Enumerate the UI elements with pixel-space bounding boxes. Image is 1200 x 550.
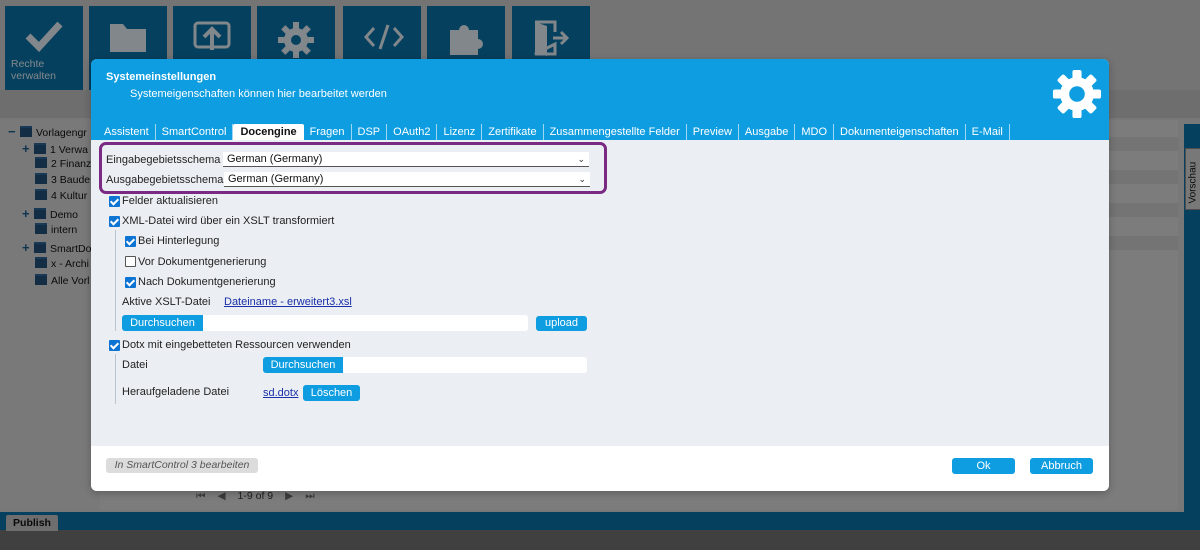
before-generation-label: Vor Dokumentgenerierung: [138, 256, 267, 268]
file-label: Datei: [122, 359, 148, 371]
active-xslt-label: Aktive XSLT-Datei: [122, 296, 211, 308]
tab-oauth2[interactable]: OAuth2: [387, 124, 438, 140]
dotx-browse-button[interactable]: Durchsuchen: [263, 357, 343, 373]
tab-assistent[interactable]: Assistent: [98, 124, 156, 140]
active-xslt-file-link[interactable]: Dateiname - erweitert3.xsl: [224, 296, 352, 308]
ok-button[interactable]: Ok: [952, 458, 1015, 474]
xslt-indent-guide: [115, 230, 116, 331]
dialog-footer: In SmartControl 3 bearbeiten Ok Abbruch: [91, 446, 1109, 491]
after-generation-label: Nach Dokumentgenerierung: [138, 276, 276, 288]
dialog-header: Systemeinstellungen Systemeigenschaften …: [91, 59, 1109, 140]
gear-icon: [1052, 69, 1102, 119]
tab-zusammengestellte-felder[interactable]: Zusammengestellte Felder: [544, 124, 687, 140]
dialog-title: Systemeinstellungen: [106, 71, 217, 83]
uploaded-file-link[interactable]: sd.dotx: [263, 387, 298, 399]
tab-docengine[interactable]: Docengine: [233, 124, 304, 140]
update-fields-checkbox[interactable]: [109, 196, 120, 207]
cancel-button[interactable]: Abbruch: [1030, 458, 1093, 474]
dotx-label: Dotx mit eingebetteten Ressourcen verwen…: [122, 339, 351, 351]
tab-smartcontrol[interactable]: SmartControl: [156, 124, 234, 140]
settings-dialog: Systemeinstellungen Systemeigenschaften …: [91, 59, 1109, 491]
tab-fragen[interactable]: Fragen: [304, 124, 352, 140]
edit-in-smartcontrol-button[interactable]: In SmartControl 3 bearbeiten: [106, 458, 258, 473]
tab-preview[interactable]: Preview: [687, 124, 739, 140]
after-generation-checkbox[interactable]: [125, 277, 136, 288]
before-generation-checkbox[interactable]: [125, 256, 136, 267]
uploaded-file-label: Heraufgeladene Datei: [122, 386, 230, 398]
delete-button[interactable]: Löschen: [303, 385, 360, 401]
tab-mdo[interactable]: MDO: [795, 124, 835, 140]
dotx-indent-guide: [115, 354, 116, 404]
on-deposit-label: Bei Hinterlegung: [138, 235, 220, 247]
upload-button[interactable]: upload: [536, 316, 587, 331]
xslt-browse-button[interactable]: Durchsuchen: [122, 315, 203, 331]
settings-tabs: Assistent SmartControl Docengine Fragen …: [98, 124, 1010, 140]
tab-ausgabe[interactable]: Ausgabe: [739, 124, 796, 140]
tab-lizenz[interactable]: Lizenz: [437, 124, 483, 140]
dialog-subtitle: Systemeigenschaften können hier bearbeit…: [130, 88, 387, 100]
xslt-label: XML-Datei wird über ein XSLT transformie…: [122, 215, 335, 227]
on-deposit-checkbox[interactable]: [125, 236, 136, 247]
tab-zertifikate[interactable]: Zertifikate: [482, 124, 544, 140]
schema-highlight-box: [99, 142, 607, 194]
tab-dokumenteigenschaften[interactable]: Dokumenteigenschaften: [834, 124, 966, 140]
tab-dsp[interactable]: DSP: [352, 124, 388, 140]
xslt-checkbox[interactable]: [109, 216, 120, 227]
update-fields-label: Felder aktualisieren: [122, 195, 218, 207]
tab-email[interactable]: E-Mail: [966, 124, 1010, 140]
dotx-checkbox[interactable]: [109, 340, 120, 351]
